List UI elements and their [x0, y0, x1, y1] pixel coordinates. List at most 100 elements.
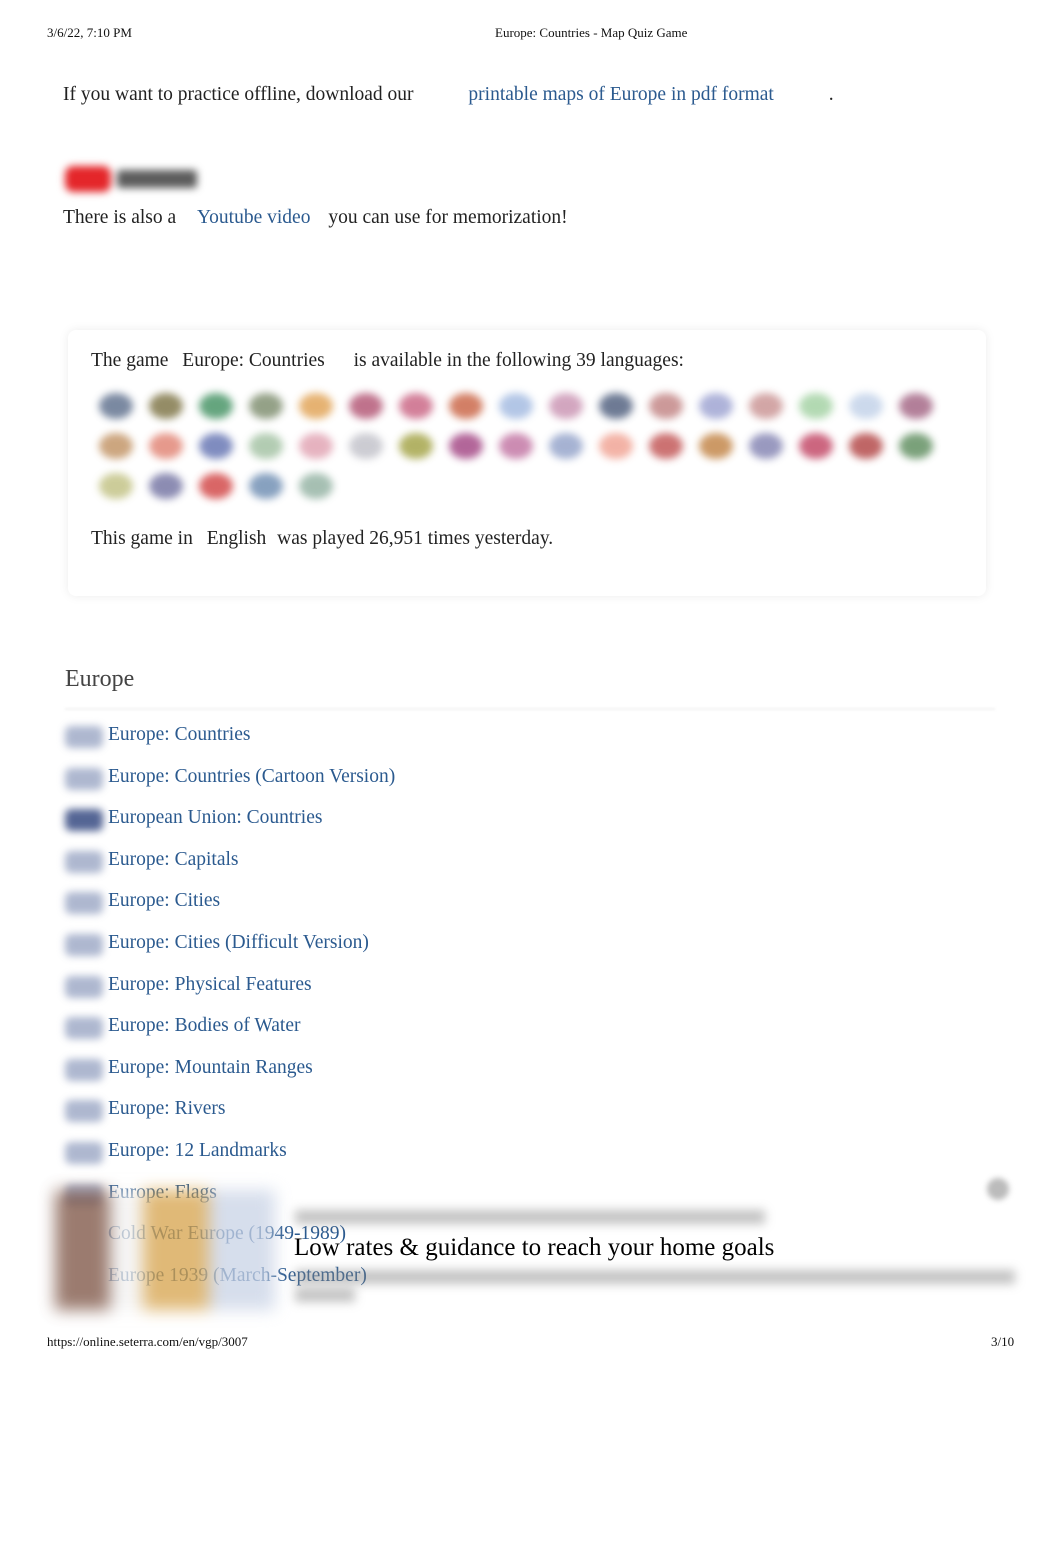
language-flag[interactable] [491, 386, 541, 426]
played-post: was played 26,951 times yesterday. [277, 528, 554, 549]
page: 3/6/22, 7:10 PM Europe: Countries - Map … [0, 0, 1062, 1561]
languages-post: is available in the following 39 languag… [353, 350, 684, 371]
language-flag[interactable] [191, 386, 241, 426]
language-flag[interactable] [691, 426, 741, 466]
flag-icon [249, 433, 283, 459]
flag-icon [299, 433, 333, 459]
game-link[interactable]: Europe: Physical Features [108, 974, 312, 996]
language-flag[interactable] [241, 466, 291, 506]
language-flag[interactable] [141, 426, 191, 466]
map-thumbnail-icon[interactable] [65, 1141, 103, 1164]
game-link[interactable]: Europe: 12 Landmarks [108, 1140, 287, 1162]
language-flag[interactable] [791, 426, 841, 466]
map-thumbnail-icon[interactable] [65, 809, 103, 832]
language-flag[interactable] [141, 466, 191, 506]
language-flag[interactable] [591, 426, 641, 466]
flag-icon [899, 433, 933, 459]
language-flag[interactable] [91, 386, 141, 426]
language-flag[interactable] [241, 386, 291, 426]
game-link[interactable]: Europe: Countries [108, 724, 250, 746]
language-flag[interactable] [341, 426, 391, 466]
flag-icon [599, 433, 633, 459]
map-thumbnail-icon[interactable] [65, 1017, 103, 1040]
ad-close-icon[interactable] [987, 1178, 1009, 1200]
map-thumbnail-icon[interactable] [65, 767, 103, 790]
map-thumbnail-icon[interactable] [65, 975, 103, 998]
offline-text: If you want to practice offline, downloa… [63, 84, 414, 105]
language-flag[interactable] [91, 426, 141, 466]
section-title: Europe [65, 666, 135, 692]
flag-icon [249, 473, 283, 499]
language-flag[interactable] [841, 386, 891, 426]
language-flag[interactable] [441, 386, 491, 426]
language-flag[interactable] [141, 386, 191, 426]
list-item: European Union: Countries [63, 807, 395, 849]
game-link[interactable]: Europe: Cities (Difficult Version) [108, 932, 369, 954]
language-flag[interactable] [891, 386, 941, 426]
played-language: English [206, 528, 267, 549]
flag-icon [199, 473, 233, 499]
map-thumbnail-icon[interactable] [65, 850, 103, 873]
youtube-logo[interactable] [63, 162, 203, 196]
list-item: Europe: Physical Features [63, 974, 395, 1016]
language-flag[interactable] [491, 426, 541, 466]
language-flag[interactable] [291, 466, 341, 506]
language-flag[interactable] [241, 426, 291, 466]
language-flag[interactable] [191, 466, 241, 506]
flag-icon [149, 433, 183, 459]
language-flag[interactable] [191, 426, 241, 466]
language-flag[interactable] [641, 386, 691, 426]
map-thumbnail-icon[interactable] [65, 892, 103, 915]
language-flag[interactable] [741, 426, 791, 466]
flag-icon [99, 393, 133, 419]
game-link[interactable]: Europe: Countries (Cartoon Version) [108, 766, 395, 788]
list-item: Europe: Cities [63, 890, 395, 932]
game-link[interactable]: Europe: Cities [108, 890, 220, 912]
language-flag[interactable] [691, 386, 741, 426]
language-flag[interactable] [891, 426, 941, 466]
flag-icon [599, 393, 633, 419]
language-flag[interactable] [91, 466, 141, 506]
game-link[interactable]: Europe: Rivers [108, 1098, 226, 1120]
ad-title[interactable]: Low rates & guidance to reach your home … [294, 1234, 774, 1262]
language-flag[interactable] [641, 426, 691, 466]
game-link[interactable]: European Union: Countries [108, 807, 322, 829]
language-flag[interactable] [291, 386, 341, 426]
youtube-paragraph: There is also a Youtube video you can us… [63, 207, 568, 229]
language-flag[interactable] [441, 426, 491, 466]
language-flag[interactable] [841, 426, 891, 466]
flag-icon [699, 433, 733, 459]
game-link[interactable]: Europe: Capitals [108, 849, 239, 871]
flag-icon [799, 433, 833, 459]
ad-blurred-heading [295, 1210, 765, 1224]
list-item: Europe: Bodies of Water [63, 1015, 395, 1057]
flag-icon [699, 393, 733, 419]
flag-icon [449, 393, 483, 419]
played-pre: This game in [91, 528, 193, 549]
youtube-video-link[interactable]: Youtube video [197, 207, 310, 228]
ad-blurred-text-2 [295, 1288, 355, 1302]
game-link[interactable]: Europe: Mountain Ranges [108, 1057, 313, 1079]
flag-icon [849, 393, 883, 419]
language-flag[interactable] [291, 426, 341, 466]
offline-paragraph: If you want to practice offline, downloa… [63, 84, 834, 106]
language-flag[interactable] [341, 386, 391, 426]
language-flag[interactable] [541, 386, 591, 426]
languages-text: The game Europe: Countries is available … [91, 350, 684, 372]
language-flag[interactable] [391, 426, 441, 466]
language-flag[interactable] [541, 426, 591, 466]
language-flag[interactable] [591, 386, 641, 426]
game-link[interactable]: Europe: Bodies of Water [108, 1015, 300, 1037]
list-item: Europe: Countries [63, 724, 395, 766]
map-thumbnail-icon[interactable] [65, 726, 103, 748]
flag-icon [549, 433, 583, 459]
printable-maps-link[interactable]: printable maps of Europe in pdf format [468, 84, 773, 105]
print-page-number: 3/10 [991, 1334, 1015, 1349]
map-thumbnail-icon[interactable] [65, 933, 103, 956]
language-flag[interactable] [391, 386, 441, 426]
language-flag[interactable] [791, 386, 841, 426]
language-flag[interactable] [741, 386, 791, 426]
print-title: Europe: Countries - Map Quiz Game [495, 25, 688, 40]
map-thumbnail-icon[interactable] [65, 1100, 103, 1123]
map-thumbnail-icon[interactable] [65, 1058, 103, 1081]
